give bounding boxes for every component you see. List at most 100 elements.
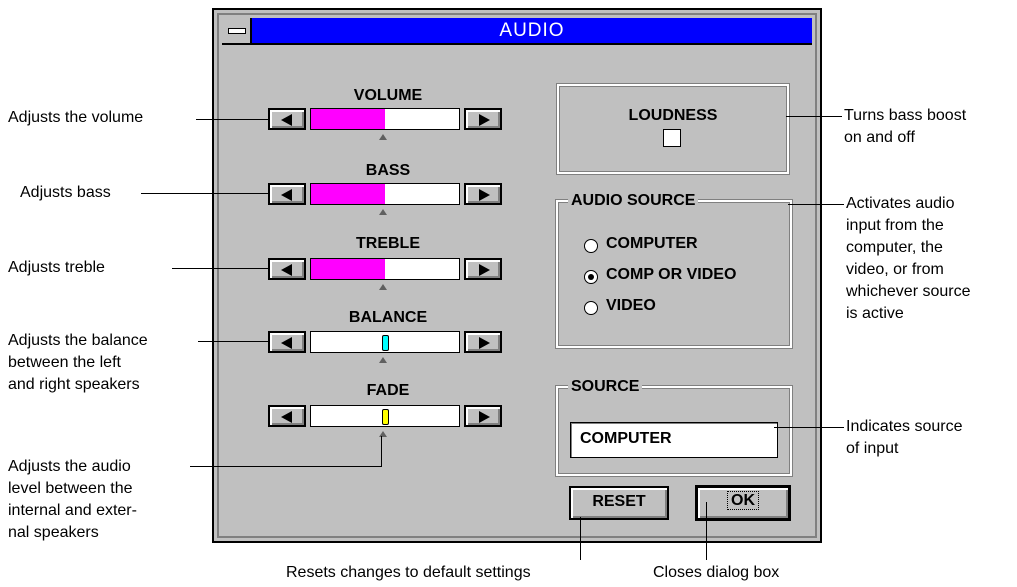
right-arrow-icon [479,264,490,276]
bass-label: BASS [365,162,411,179]
annotation-audio-source-line-4: video, or from [846,261,944,278]
callout-line-fade-h [190,466,382,467]
annotation-audio-source-line-1: Activates audio [846,195,955,212]
audio-source-group: AUDIO SOURCE COMPUTER COMP OR VIDEO VIDE… [556,192,792,348]
fade-increase-button[interactable] [464,405,502,427]
left-arrow-icon [281,264,292,276]
balance-left-button[interactable] [268,331,306,353]
callout-line-treble [172,268,268,269]
callout-line-audio-source [788,204,844,205]
ok-button[interactable]: OK [695,485,791,521]
bass-center-mark [379,209,387,215]
ok-button-label: OK [727,491,759,510]
treble-increase-button[interactable] [464,258,502,280]
right-arrow-icon [479,114,490,126]
bass-increase-button[interactable] [464,183,502,205]
callout-line-reset [580,517,581,560]
balance-slider[interactable] [268,331,502,353]
annotation-source-line-2: of input [846,440,899,457]
volume-increase-button[interactable] [464,108,502,130]
balance-knob[interactable] [382,335,389,351]
left-arrow-icon [281,337,292,349]
annotation-loudness-line-2: on and off [844,129,915,146]
annotation-reset: Resets changes to default settings [286,564,531,581]
annotation-volume: Adjusts the volume [8,109,144,126]
title-bar: AUDIO [222,18,812,45]
volume-slider[interactable] [268,108,502,130]
volume-center-mark [379,134,387,140]
right-arrow-icon [479,189,490,201]
radio-comp-or-video-label[interactable]: COMP OR VIDEO [606,266,736,284]
window-title: AUDIO [499,20,565,41]
annotation-source-line-1: Indicates source [846,418,963,435]
radio-selected-dot [588,274,594,280]
balance-label: BALANCE [348,309,428,326]
radio-computer-label[interactable]: COMPUTER [606,235,698,253]
callout-line-loudness [786,116,842,117]
source-field: COMPUTER [570,422,778,458]
callout-line-bass [141,193,268,194]
annotation-fade-line-1: Adjusts the audio [8,458,131,475]
annotation-fade-line-3: internal and exter- [8,502,137,519]
treble-label: TREBLE [356,235,420,252]
right-arrow-icon [479,337,490,349]
audio-source-title: AUDIO SOURCE [568,192,699,210]
reset-button[interactable]: RESET [569,486,669,520]
radio-video[interactable] [584,301,598,315]
callout-line-balance [198,341,268,342]
radio-computer[interactable] [584,239,598,253]
balance-center-mark [379,357,387,363]
annotation-source: Indicates source of input [846,416,963,460]
audio-dialog: AUDIO VOLUME BASS TREBLE BALANCE FADE LO… [212,8,822,543]
annotation-balance-line-1: Adjusts the balance [8,332,148,349]
balance-track[interactable] [310,331,460,353]
left-arrow-icon [281,411,292,423]
callout-line-ok [706,502,707,560]
left-arrow-icon [281,114,292,126]
callout-line-fade-v [381,436,382,467]
radio-video-label[interactable]: VIDEO [606,297,656,315]
fade-knob[interactable] [382,409,389,425]
bass-track[interactable] [310,183,460,205]
source-title: SOURCE [568,378,643,396]
treble-track[interactable] [310,258,460,280]
annotation-bass: Adjusts bass [20,184,111,201]
annotation-audio-source-line-5: whichever source [846,283,971,300]
balance-right-button[interactable] [464,331,502,353]
volume-track[interactable] [310,108,460,130]
annotation-fade: Adjusts the audio level between the inte… [8,456,137,544]
right-arrow-icon [479,411,490,423]
annotation-audio-source-line-2: input from the [846,217,944,234]
system-menu-button[interactable] [222,18,252,43]
source-group: SOURCE COMPUTER [556,378,792,476]
bass-decrease-button[interactable] [268,183,306,205]
annotation-loudness-line-1: Turns bass boost [844,107,967,124]
treble-fill [311,259,385,279]
fade-slider[interactable] [268,405,502,427]
volume-decrease-button[interactable] [268,108,306,130]
radio-comp-or-video[interactable] [584,270,598,284]
annotation-loudness: Turns bass boost on and off [844,105,966,149]
annotation-fade-line-2: level between the [8,480,133,497]
loudness-group: LOUDNESS [557,84,789,174]
bass-slider[interactable] [268,183,502,205]
annotation-balance-line-3: and right speakers [8,376,140,393]
system-menu-icon [228,28,246,34]
left-arrow-icon [281,189,292,201]
bass-fill [311,184,385,204]
volume-fill [311,109,385,129]
volume-label: VOLUME [353,87,423,104]
treble-slider[interactable] [268,258,502,280]
annotation-balance: Adjusts the balance between the left and… [8,330,148,396]
callout-line-volume [196,119,268,120]
treble-decrease-button[interactable] [268,258,306,280]
fade-label: FADE [366,382,410,399]
fade-track[interactable] [310,405,460,427]
annotation-audio-source: Activates audio input from the computer,… [846,193,971,325]
fade-decrease-button[interactable] [268,405,306,427]
callout-line-source [774,427,844,428]
loudness-label: LOUDNESS [628,107,718,124]
loudness-checkbox[interactable] [663,129,681,147]
treble-center-mark [379,284,387,290]
annotation-fade-line-4: nal speakers [8,524,99,541]
